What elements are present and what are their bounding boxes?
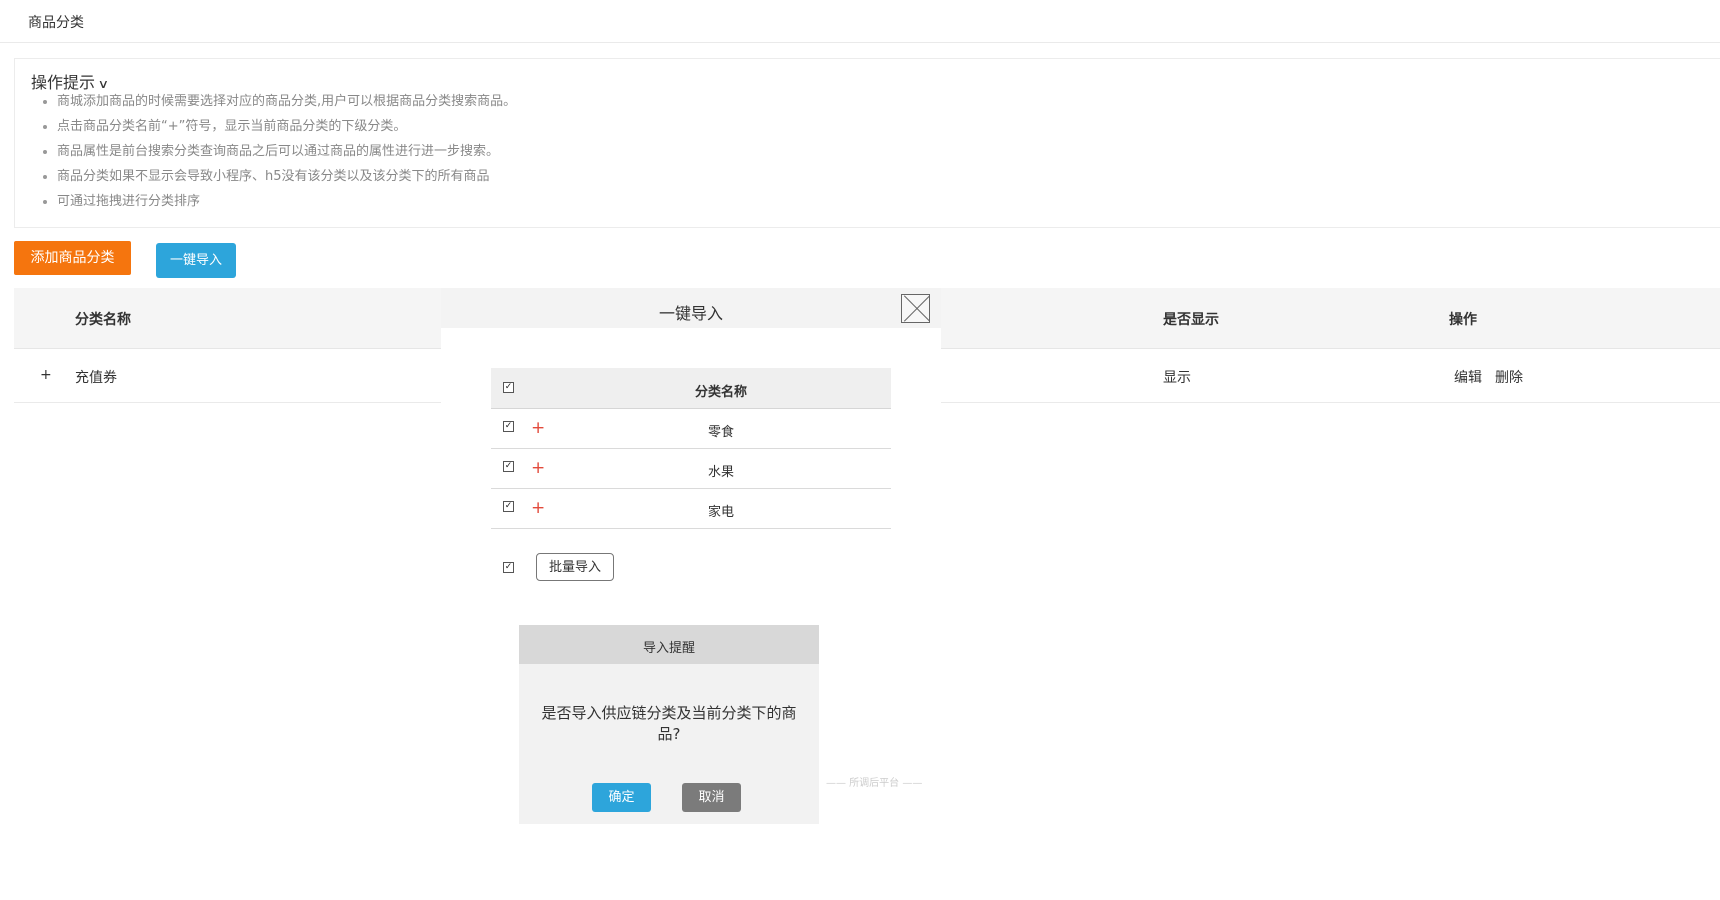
confirm-cancel-button[interactable]: 取消	[682, 783, 741, 812]
table-row: ✓ + 零食	[491, 409, 891, 449]
import-column-header: 分类名称	[694, 385, 747, 400]
delete-link[interactable]: 删除	[1495, 367, 1523, 387]
tip-item: 商品属性是前台搜索分类查询商品之后可以通过商品的属性进行进一步搜索。	[57, 139, 516, 164]
import-table-header: ✓ 分类名称	[491, 368, 891, 409]
edit-link[interactable]: 编辑	[1454, 367, 1482, 387]
tip-item: 点击商品分类名前“+”符号，显示当前商品分类的下级分类。	[57, 114, 516, 139]
batch-import-button[interactable]: 批量导入	[536, 553, 614, 581]
one-click-import-button[interactable]: 一键导入	[156, 243, 236, 278]
watermark: —— 所调后平台 ——	[826, 778, 923, 789]
table-row: ✓ + 家电	[491, 489, 891, 529]
close-icon[interactable]	[901, 294, 930, 323]
confirm-title: 导入提醒	[642, 641, 695, 656]
column-header-actions: 操作	[1449, 312, 1477, 328]
tip-item: 可通过拖拽进行分类排序	[57, 189, 516, 214]
tip-item: 商品分类如果不显示会导致小程序、h5没有该分类以及该分类下的所有商品	[57, 164, 516, 189]
confirm-header: 导入提醒	[519, 625, 819, 664]
confirm-message: 是否导入供应链分类及当前分类下的商品?	[541, 704, 797, 743]
table-row: ✓ + 水果	[491, 449, 891, 489]
column-header-name: 分类名称	[75, 312, 131, 328]
import-category-name: 家电	[707, 505, 734, 520]
operation-tips-panel: 操作提示∨ 商城添加商品的时候需要选择对应的商品分类,用户可以根据商品分类搜索商…	[14, 58, 1720, 228]
import-category-table: ✓ 分类名称 ✓ + 零食 ✓ + 水果 ✓ + 家电	[491, 368, 891, 529]
tip-item: 商城添加商品的时候需要选择对应的商品分类,用户可以根据商品分类搜索商品。	[57, 89, 516, 114]
visible-status: 显示	[1163, 370, 1191, 386]
add-category-button[interactable]: 添加商品分类	[14, 241, 131, 275]
category-name: 充值券	[75, 370, 117, 386]
column-header-visible: 是否显示	[1163, 312, 1219, 328]
import-category-name: 水果	[707, 465, 734, 480]
modal-header: 一键导入	[441, 288, 941, 328]
top-bar: 商品分类	[0, 0, 1720, 43]
import-category-name: 零食	[707, 425, 734, 440]
page-title: 商品分类	[28, 15, 84, 31]
confirm-ok-button[interactable]: 确定	[592, 783, 651, 812]
modal-title: 一键导入	[658, 304, 723, 323]
import-confirm-dialog: 导入提醒 是否导入供应链分类及当前分类下的商品? 确定 取消	[519, 625, 819, 824]
expand-plus-icon[interactable]: +	[40, 367, 52, 383]
tips-list: 商城添加商品的时候需要选择对应的商品分类,用户可以根据商品分类搜索商品。 点击商…	[41, 89, 516, 214]
batch-select-checkbox[interactable]: ✓	[503, 562, 514, 573]
